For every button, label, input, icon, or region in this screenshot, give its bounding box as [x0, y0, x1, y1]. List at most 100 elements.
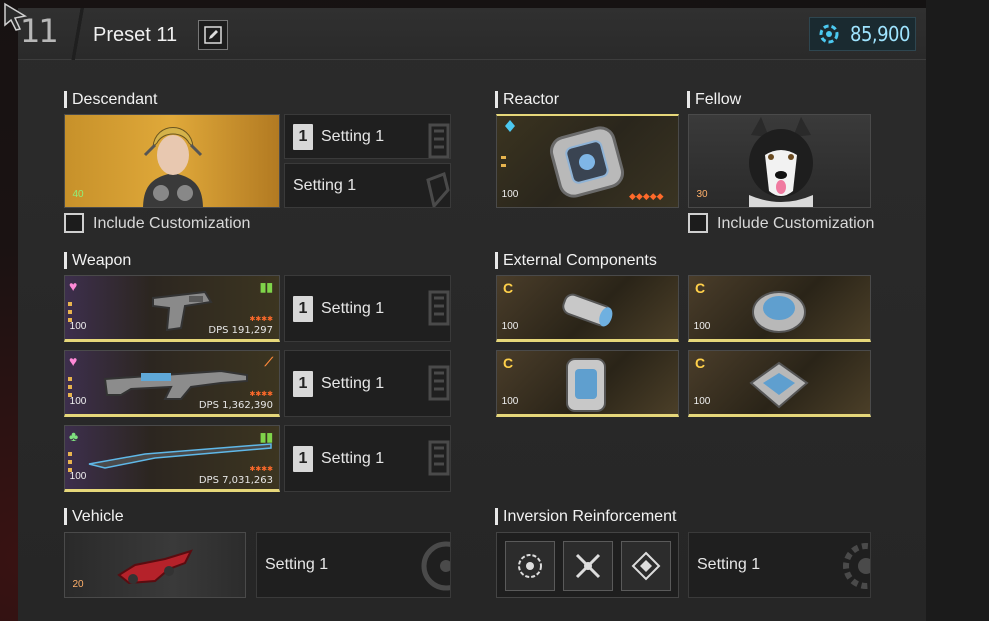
external-component-4-level: 100: [693, 392, 711, 410]
svg-text:◆◆◆◆◆: ◆◆◆◆◆: [629, 192, 664, 202]
fellow-include-customization-checkbox[interactable]: [688, 213, 708, 233]
currency-icon: [819, 24, 839, 44]
appearance-ghost-icon: [426, 172, 450, 207]
armor-component-icon: [566, 358, 606, 412]
bike-icon: [117, 549, 193, 585]
weapon-3-stars: ✱✱✱✱: [249, 466, 273, 473]
weapon-1-setting[interactable]: 1 Setting 1: [284, 275, 451, 342]
module-ghost-icon: [428, 290, 450, 326]
weapon-1-suit-icon: ♥: [69, 278, 78, 294]
section-label-inversion-reinforcement: Inversion Reinforcement: [495, 508, 676, 526]
mouse-cursor-icon: [4, 2, 28, 31]
fellow-level: 30: [693, 185, 711, 203]
descendant-include-customization-label: Include Customization: [93, 215, 251, 232]
descendant-portrait-icon: [143, 127, 203, 207]
reactor-slot[interactable]: ◆◆◆◆◆ 100: [496, 114, 679, 208]
section-label-weapon: Weapon: [64, 252, 131, 270]
weapon-2-setting[interactable]: 1 Setting 1: [284, 350, 451, 417]
rifle-icon: [103, 369, 248, 400]
external-component-slot-1[interactable]: C 100: [496, 275, 679, 342]
preset-name: Preset 11: [93, 24, 178, 46]
reactor-level: 100: [501, 185, 519, 203]
module-ghost-icon: [428, 440, 450, 476]
setting-label: Setting 1: [265, 556, 329, 573]
vehicle-level: 20: [69, 575, 87, 593]
weapon-3-suit-icon: ♣: [69, 428, 79, 444]
setting-label: Setting 1: [321, 374, 385, 392]
external-component-slot-4[interactable]: C 100: [688, 350, 871, 417]
header-divider: [70, 8, 84, 60]
inversion-slot-1[interactable]: [505, 541, 555, 591]
module-ghost-icon: [428, 123, 450, 158]
currency-display: 85,900: [809, 17, 916, 51]
weapon-1-dps: DPS 191,297: [208, 325, 273, 336]
weapon-2-suit-icon: ♥: [69, 353, 78, 369]
weapon-1-ammo-icon: ▮▮: [259, 280, 273, 294]
setting-badge: 1: [293, 445, 313, 472]
inversion-slot-3[interactable]: [621, 541, 671, 591]
background-right-strip: [926, 0, 989, 621]
setting-badge: 1: [293, 370, 313, 397]
component-grade-icon: C: [695, 355, 706, 371]
sniper-rifle-icon: [88, 443, 272, 469]
module-ghost-icon: [428, 365, 450, 401]
steering-wheel-icon: [421, 541, 450, 591]
inversion-node-icon: [631, 551, 661, 581]
currency-amount: 85,900: [850, 22, 910, 46]
gear-ghost-icon: [843, 543, 870, 589]
section-label-reactor: Reactor: [495, 91, 559, 109]
fellow-include-customization-label: Include Customization: [717, 215, 875, 232]
weapon-slot-3[interactable]: ♣ ▮▮ ✱✱✱✱ DPS 7,031,263 100: [64, 425, 280, 492]
descendant-setting-primary[interactable]: 1 Setting 1: [284, 114, 451, 159]
section-label-vehicle: Vehicle: [64, 508, 124, 526]
external-component-slot-3[interactable]: C 100: [496, 350, 679, 417]
weapon-3-level: 100: [69, 467, 87, 485]
inversion-slot-2[interactable]: [563, 541, 613, 591]
setting-label: Setting 1: [697, 556, 761, 573]
external-component-2-level: 100: [693, 317, 711, 335]
vehicle-setting[interactable]: Setting 1: [256, 532, 451, 598]
cylinder-component-icon: [562, 293, 613, 327]
inversion-node-icon: [518, 554, 542, 578]
section-label-fellow: Fellow: [687, 91, 741, 109]
weapon-3-dps: DPS 7,031,263: [198, 475, 273, 486]
inversion-node-icon: [575, 553, 601, 579]
weapon-slot-2[interactable]: ♥ ⟋ ✱✱✱✱ DPS 1,362,390 100: [64, 350, 280, 417]
setting-label: Setting 1: [321, 299, 385, 317]
weapon-1-level: 100: [69, 317, 87, 335]
external-component-slot-2[interactable]: C 100: [688, 275, 871, 342]
vehicle-slot[interactable]: 20: [64, 532, 246, 598]
component-grade-icon: C: [503, 355, 514, 371]
husky-portrait-icon: [749, 117, 813, 207]
weapon-3-setting[interactable]: 1 Setting 1: [284, 425, 451, 492]
inversion-setting[interactable]: Setting 1: [688, 532, 871, 598]
weapon-2-ammo-icon: ⟋: [264, 355, 273, 369]
component-grade-icon: C: [695, 280, 706, 296]
weapon-1-stars: ✱✱✱✱: [249, 316, 273, 323]
fellow-slot[interactable]: 30: [688, 114, 871, 208]
disc-component-icon: [752, 291, 806, 333]
setting-badge: 1: [293, 295, 313, 322]
weapon-slot-1[interactable]: ♥ ▮▮ ✱✱✱✱ DPS 191,297 100: [64, 275, 280, 342]
external-component-3-level: 100: [501, 392, 519, 410]
pencil-icon: [204, 26, 222, 44]
setting-badge: 1: [293, 123, 313, 150]
descendant-slot[interactable]: 40: [64, 114, 280, 208]
edit-name-button[interactable]: [198, 20, 228, 50]
setting-label: Setting 1: [321, 127, 385, 145]
weapon-2-stars: ✱✱✱✱: [249, 391, 273, 398]
setting-label: Setting 1: [321, 449, 385, 467]
descendant-setting-secondary[interactable]: Setting 1: [284, 163, 451, 208]
component-grade-icon: C: [503, 280, 514, 296]
section-label-external-components: External Components: [495, 252, 657, 270]
external-component-1-level: 100: [501, 317, 519, 335]
weapon-2-dps: DPS 1,362,390: [198, 400, 273, 411]
setting-label: Setting 1: [293, 176, 357, 194]
plate-component-icon: [749, 361, 809, 409]
descendant-include-customization-checkbox[interactable]: [64, 213, 84, 233]
weapon-2-level: 100: [69, 392, 87, 410]
descendant-level: 40: [69, 185, 87, 203]
reactor-icon: ◆◆◆◆◆: [501, 120, 664, 202]
section-label-descendant: Descendant: [64, 91, 157, 109]
inversion-reinforcement-slots: [496, 532, 679, 598]
